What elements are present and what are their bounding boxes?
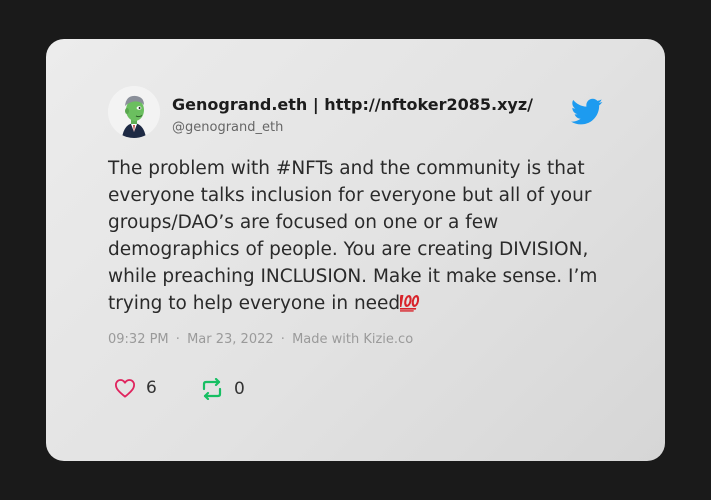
tweet-card: Genogrand.eth | http://nftoker2085.xyz/ … [46, 39, 665, 461]
avatar-image [108, 86, 160, 138]
meta-separator: · [175, 332, 180, 347]
tweet-text-content: The problem with #NFTs and the community… [108, 158, 598, 314]
tweet-text: The problem with #NFTs and the community… [108, 155, 608, 317]
like-button[interactable]: 6 [114, 378, 157, 398]
made-with-credit[interactable]: Made with Kizie.co [292, 332, 413, 347]
retweet-button[interactable]: 0 [200, 378, 245, 400]
tweet-time: 09:32 PM [108, 332, 169, 347]
tweet-meta: 09:32 PM · Mar 23, 2022 · Made with Kizi… [108, 332, 413, 347]
meta-separator: · [280, 332, 285, 347]
retweet-icon [202, 378, 222, 400]
author-handle[interactable]: @genogrand_eth [172, 120, 283, 135]
twitter-bird-icon[interactable] [571, 98, 603, 126]
tweet-date: Mar 23, 2022 [187, 332, 274, 347]
like-count: 6 [146, 378, 157, 398]
retweet-count: 0 [234, 379, 245, 399]
avatar[interactable] [108, 86, 160, 138]
heart-icon [115, 379, 135, 398]
100-emoji-icon [400, 295, 420, 312]
author-name[interactable]: Genogrand.eth | http://nftoker2085.xyz/ [172, 95, 533, 114]
